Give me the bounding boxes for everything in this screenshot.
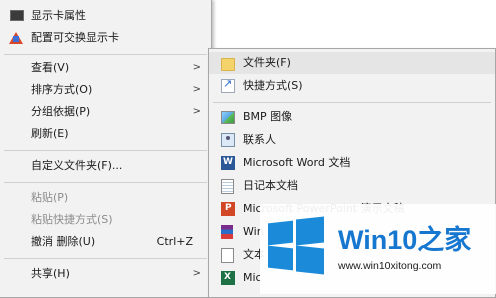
menu-separator	[213, 102, 491, 103]
menu-item-undo-delete[interactable]: 撤消 删除(U) Ctrl+Z	[0, 231, 211, 253]
menu-separator	[4, 150, 207, 151]
watermark: Win10之家 www.win10xitong.com	[260, 204, 496, 294]
chevron-right-icon: >	[192, 106, 201, 117]
chevron-right-icon: >	[192, 268, 201, 279]
contact-icon	[221, 133, 235, 147]
menu-item-paste-shortcut[interactable]: 粘贴快捷方式(S)	[0, 209, 211, 231]
menu-item-label: 粘贴(P)	[31, 191, 69, 204]
bmp-image-icon	[221, 111, 235, 124]
menu-item-sort-by[interactable]: 排序方式(O) >	[0, 79, 211, 101]
chevron-right-icon: >	[192, 84, 201, 95]
menu-item-label: 撤消 删除(U)	[31, 235, 96, 248]
watermark-url: www.win10xitong.com	[338, 260, 442, 272]
submenu-item-word-document[interactable]: Microsoft Word 文档	[209, 152, 495, 174]
submenu-item-shortcut[interactable]: 快捷方式(S)	[209, 75, 495, 97]
submenu-item-journal-document[interactable]: 日记本文档	[209, 175, 495, 197]
display-icon	[10, 10, 24, 21]
submenu-item-folder[interactable]: 文件夹(F)	[209, 52, 495, 74]
menu-item-label: 分组依据(P)	[31, 105, 91, 118]
menu-item-label: 查看(V)	[31, 61, 70, 74]
menu-item-label: 刷新(E)	[31, 127, 69, 140]
menu-item-label: 排序方式(O)	[31, 83, 93, 96]
excel-icon	[221, 271, 235, 285]
keyboard-shortcut: Ctrl+Z	[156, 235, 193, 248]
word-icon	[221, 156, 235, 170]
submenu-item-label: 日记本文档	[243, 179, 298, 192]
menu-item-refresh[interactable]: 刷新(E)	[0, 123, 211, 145]
menu-item-label: 粘贴快捷方式(S)	[31, 213, 113, 226]
winrar-icon	[221, 225, 233, 239]
menu-item-paste[interactable]: 粘贴(P)	[0, 187, 211, 209]
desktop-context-menu: 显示卡属性 配置可交换显示卡 查看(V) > 排序方式(O) > 分组依据(P)…	[0, 0, 212, 298]
submenu-item-contact[interactable]: 联系人	[209, 129, 495, 151]
menu-separator	[4, 258, 207, 259]
menu-item-label: 共享(H)	[31, 267, 70, 280]
menu-item-label: 配置可交换显示卡	[31, 31, 119, 44]
powerpoint-icon	[221, 202, 235, 216]
menu-item-share[interactable]: 共享(H) >	[0, 263, 211, 285]
menu-separator	[4, 54, 207, 55]
menu-item-label: 显示卡属性	[31, 9, 86, 22]
menu-item-view[interactable]: 查看(V) >	[0, 57, 211, 79]
shortcut-icon	[221, 77, 235, 93]
gpu-switch-icon	[9, 32, 23, 44]
watermark-title: Win10之家	[338, 225, 472, 255]
submenu-item-label: Microsoft Word 文档	[243, 156, 351, 169]
chevron-right-icon: >	[192, 62, 201, 73]
menu-item-label: 自定义文件夹(F)...	[31, 159, 123, 172]
text-document-icon	[221, 248, 234, 263]
windows-logo-icon	[268, 216, 324, 275]
menu-item-display-properties[interactable]: 显示卡属性	[0, 5, 211, 27]
submenu-item-label: Mic	[243, 271, 262, 284]
menu-item-switchable-graphics[interactable]: 配置可交换显示卡	[0, 27, 211, 49]
menu-item-group-by[interactable]: 分组依据(P) >	[0, 101, 211, 123]
submenu-item-label: 联系人	[243, 133, 276, 146]
submenu-item-label: 快捷方式(S)	[243, 79, 303, 92]
journal-icon	[221, 179, 234, 194]
menu-item-customize-folder[interactable]: 自定义文件夹(F)...	[0, 155, 211, 177]
submenu-item-label: BMP 图像	[243, 110, 293, 123]
menu-separator	[4, 182, 207, 183]
submenu-item-bmp-image[interactable]: BMP 图像	[209, 106, 495, 128]
submenu-item-label: 文件夹(F)	[243, 56, 291, 69]
folder-icon	[221, 58, 235, 71]
